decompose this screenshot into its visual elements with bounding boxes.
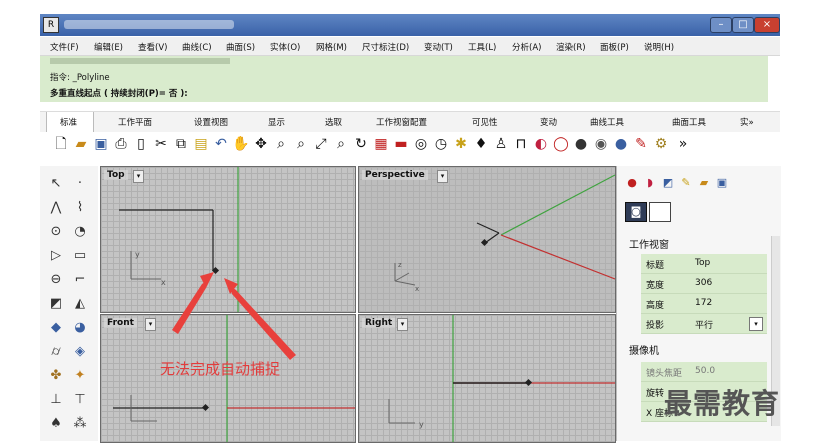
help-tab-icon[interactable]: ▣	[715, 176, 729, 190]
prop-label: 高度	[646, 301, 665, 311]
prop-value[interactable]: 50.0	[695, 366, 715, 376]
annotation-text: 无法完成自动捕捉	[160, 360, 281, 378]
prop-value[interactable]: 172	[695, 298, 712, 308]
display-tab-icon[interactable]: ✎	[679, 176, 693, 190]
prop-value[interactable]: 平行	[695, 318, 713, 331]
prop-row-title[interactable]: 标题 Top	[641, 254, 767, 274]
prop-row-projection[interactable]: 投影 平行 ▾	[641, 314, 767, 334]
prop-label: 标题	[646, 261, 665, 271]
viewport-button-icon[interactable]	[649, 202, 671, 222]
properties-tab-icon[interactable]: ●	[625, 176, 639, 190]
materials-tab-icon[interactable]: ◗	[643, 176, 657, 190]
prop-value[interactable]: Top	[695, 258, 710, 268]
prop-label: 宽度	[646, 281, 665, 291]
projection-dropdown-icon[interactable]: ▾	[749, 317, 763, 331]
prop-label: 镜头焦距	[646, 369, 683, 379]
camera-row-focal-length[interactable]: 镜头焦距 50.0	[641, 362, 767, 382]
layers-tab-icon[interactable]: ◩	[661, 176, 675, 190]
camera-button-icon[interactable]: ◙	[625, 202, 647, 222]
folder-tab-icon[interactable]: ▰	[697, 176, 711, 190]
prop-row-width[interactable]: 宽度 306	[641, 274, 767, 294]
prop-label: 旋转	[646, 389, 665, 399]
prop-row-height[interactable]: 高度 172	[641, 294, 767, 314]
watermark-logo: 最需教育	[664, 387, 781, 420]
prop-value[interactable]: 306	[695, 278, 712, 288]
section-title-viewport: 工作视窗	[629, 240, 669, 251]
section-title-camera: 摄像机	[629, 346, 659, 357]
prop-label: 投影	[646, 321, 665, 331]
